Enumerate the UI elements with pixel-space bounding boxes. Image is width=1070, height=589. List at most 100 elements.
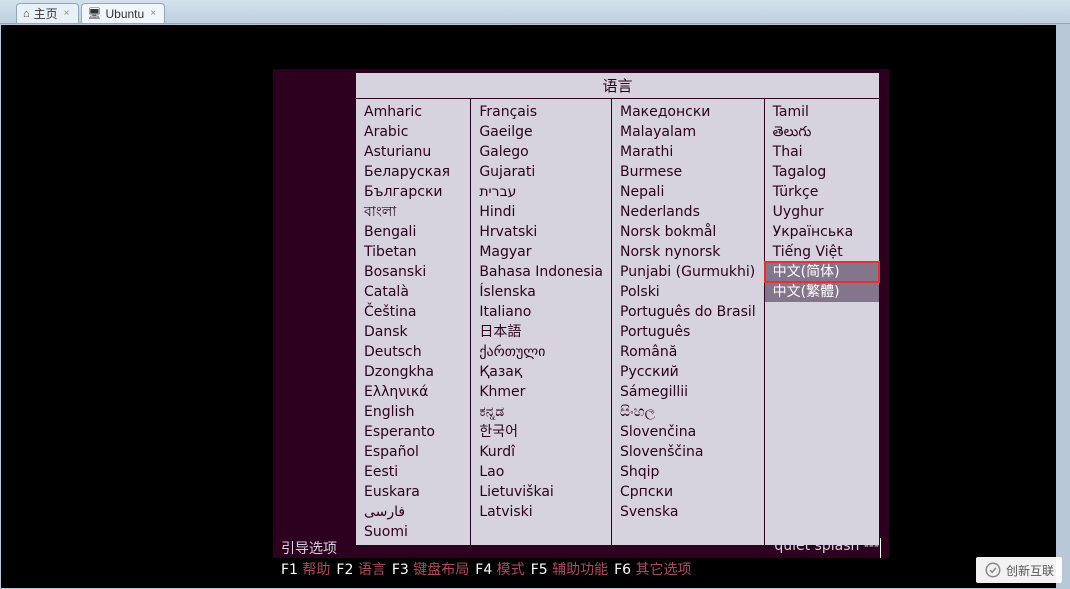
language-option[interactable]: Punjabi (Gurmukhi): [612, 262, 764, 282]
fkey-f2[interactable]: F2 语言: [336, 559, 385, 579]
language-option[interactable]: Svenska: [612, 502, 764, 522]
fkey-label: 辅助功能: [548, 562, 608, 578]
watermark-text: 创新互联: [1006, 562, 1054, 579]
language-option[interactable]: Deutsch: [356, 342, 470, 362]
language-option[interactable]: Tiếng Việt: [765, 242, 879, 262]
language-option[interactable]: ಕನ್ನಡ: [471, 402, 611, 422]
language-option[interactable]: Esperanto: [356, 422, 470, 442]
fkey-label: 模式: [492, 562, 524, 578]
language-option[interactable]: فارسی: [356, 502, 470, 522]
fkey-f5[interactable]: F5 辅助功能: [531, 559, 608, 579]
close-icon[interactable]: ×: [62, 8, 72, 19]
fkey-label: 键盘布局: [409, 562, 469, 578]
fkey-key: F2: [336, 562, 353, 578]
tab-ubuntu[interactable]: 🖥 Ubuntu ×: [81, 3, 166, 23]
watermark-logo-icon: [984, 561, 1002, 579]
language-option[interactable]: Íslenska: [471, 282, 611, 302]
language-option[interactable]: Amharic: [356, 102, 470, 122]
language-option[interactable]: Português: [612, 322, 764, 342]
boot-options-value[interactable]: quiet splash ---: [774, 538, 881, 558]
language-option[interactable]: Dansk: [356, 322, 470, 342]
language-option[interactable]: Shqip: [612, 462, 764, 482]
fkey-key: F4: [475, 562, 492, 578]
language-option[interactable]: বাংলা: [356, 202, 470, 222]
language-columns: AmharicArabicAsturianuБеларускаяБългарск…: [356, 99, 879, 545]
language-option[interactable]: Bahasa Indonesia: [471, 262, 611, 282]
fkey-f3[interactable]: F3 键盘布局: [392, 559, 469, 579]
language-option[interactable]: Српски: [612, 482, 764, 502]
language-option[interactable]: Lao: [471, 462, 611, 482]
language-option[interactable]: Nepali: [612, 182, 764, 202]
language-option[interactable]: ქართული: [471, 342, 611, 362]
installer-screen: 语言 AmharicArabicAsturianuБеларускаяБълга…: [273, 69, 889, 580]
tab-label: Ubuntu: [105, 7, 144, 21]
language-option[interactable]: Español: [356, 442, 470, 462]
language-option[interactable]: Tamil: [765, 102, 879, 122]
language-option[interactable]: Čeština: [356, 302, 470, 322]
language-option[interactable]: Қазақ: [471, 362, 611, 382]
language-option[interactable]: Українська: [765, 222, 879, 242]
language-option[interactable]: Burmese: [612, 162, 764, 182]
language-option[interactable]: Uyghur: [765, 202, 879, 222]
language-option[interactable]: Русский: [612, 362, 764, 382]
language-option[interactable]: Nederlands: [612, 202, 764, 222]
language-option[interactable]: Asturianu: [356, 142, 470, 162]
language-option[interactable]: Türkçe: [765, 182, 879, 202]
language-option[interactable]: 한국어: [471, 422, 611, 442]
language-option[interactable]: Thai: [765, 142, 879, 162]
language-option[interactable]: Български: [356, 182, 470, 202]
language-option[interactable]: 中文(简体): [765, 262, 879, 282]
language-option[interactable]: 日本語: [471, 322, 611, 342]
language-option[interactable]: Galego: [471, 142, 611, 162]
language-option[interactable]: Slovenščina: [612, 442, 764, 462]
tab-label: 主页: [34, 5, 58, 22]
language-option[interactable]: Kurdî: [471, 442, 611, 462]
language-option[interactable]: Polski: [612, 282, 764, 302]
language-option[interactable]: Македонски: [612, 102, 764, 122]
fkey-f4[interactable]: F4 模式: [475, 559, 524, 579]
fkey-f1[interactable]: F1 帮助: [281, 559, 330, 579]
language-option[interactable]: Беларуская: [356, 162, 470, 182]
language-option[interactable]: 中文(繁體): [765, 282, 879, 302]
language-option[interactable]: Română: [612, 342, 764, 362]
language-option[interactable]: Arabic: [356, 122, 470, 142]
language-option[interactable]: Gaeilge: [471, 122, 611, 142]
language-option[interactable]: Eesti: [356, 462, 470, 482]
language-option[interactable]: Français: [471, 102, 611, 122]
language-option[interactable]: Latviski: [471, 502, 611, 522]
fkey-key: F6: [614, 562, 631, 578]
language-option[interactable]: Tibetan: [356, 242, 470, 262]
language-option[interactable]: Português do Brasil: [612, 302, 764, 322]
tab-home[interactable]: ⌂ 主页 ×: [16, 3, 79, 23]
language-option[interactable]: Slovenčina: [612, 422, 764, 442]
language-option[interactable]: Català: [356, 282, 470, 302]
language-option[interactable]: Khmer: [471, 382, 611, 402]
language-option[interactable]: Sámegillii: [612, 382, 764, 402]
language-option[interactable]: Norsk nynorsk: [612, 242, 764, 262]
fkey-f6[interactable]: F6 其它选项: [614, 559, 691, 579]
language-option[interactable]: Lietuviškai: [471, 482, 611, 502]
language-option[interactable]: සිංහල: [612, 402, 764, 422]
language-option[interactable]: English: [356, 402, 470, 422]
language-option[interactable]: Bengali: [356, 222, 470, 242]
fkey-key: F5: [531, 562, 548, 578]
language-option[interactable]: Ελληνικά: [356, 382, 470, 402]
tab-bar: ⌂ 主页 × 🖥 Ubuntu ×: [0, 0, 1070, 24]
language-option[interactable]: Gujarati: [471, 162, 611, 182]
language-option[interactable]: Euskara: [356, 482, 470, 502]
language-option[interactable]: తెలుగు: [765, 122, 879, 142]
language-option[interactable]: Norsk bokmål: [612, 222, 764, 242]
fkey-key: F1: [281, 562, 298, 578]
language-option[interactable]: Malayalam: [612, 122, 764, 142]
language-option[interactable]: Hrvatski: [471, 222, 611, 242]
language-option[interactable]: עברית: [471, 182, 611, 202]
language-option[interactable]: Hindi: [471, 202, 611, 222]
language-option[interactable]: Italiano: [471, 302, 611, 322]
language-option[interactable]: Bosanski: [356, 262, 470, 282]
language-option[interactable]: Magyar: [471, 242, 611, 262]
language-option[interactable]: Tagalog: [765, 162, 879, 182]
close-icon[interactable]: ×: [148, 8, 158, 19]
home-icon: ⌂: [23, 8, 30, 20]
language-option[interactable]: Marathi: [612, 142, 764, 162]
language-option[interactable]: Dzongkha: [356, 362, 470, 382]
